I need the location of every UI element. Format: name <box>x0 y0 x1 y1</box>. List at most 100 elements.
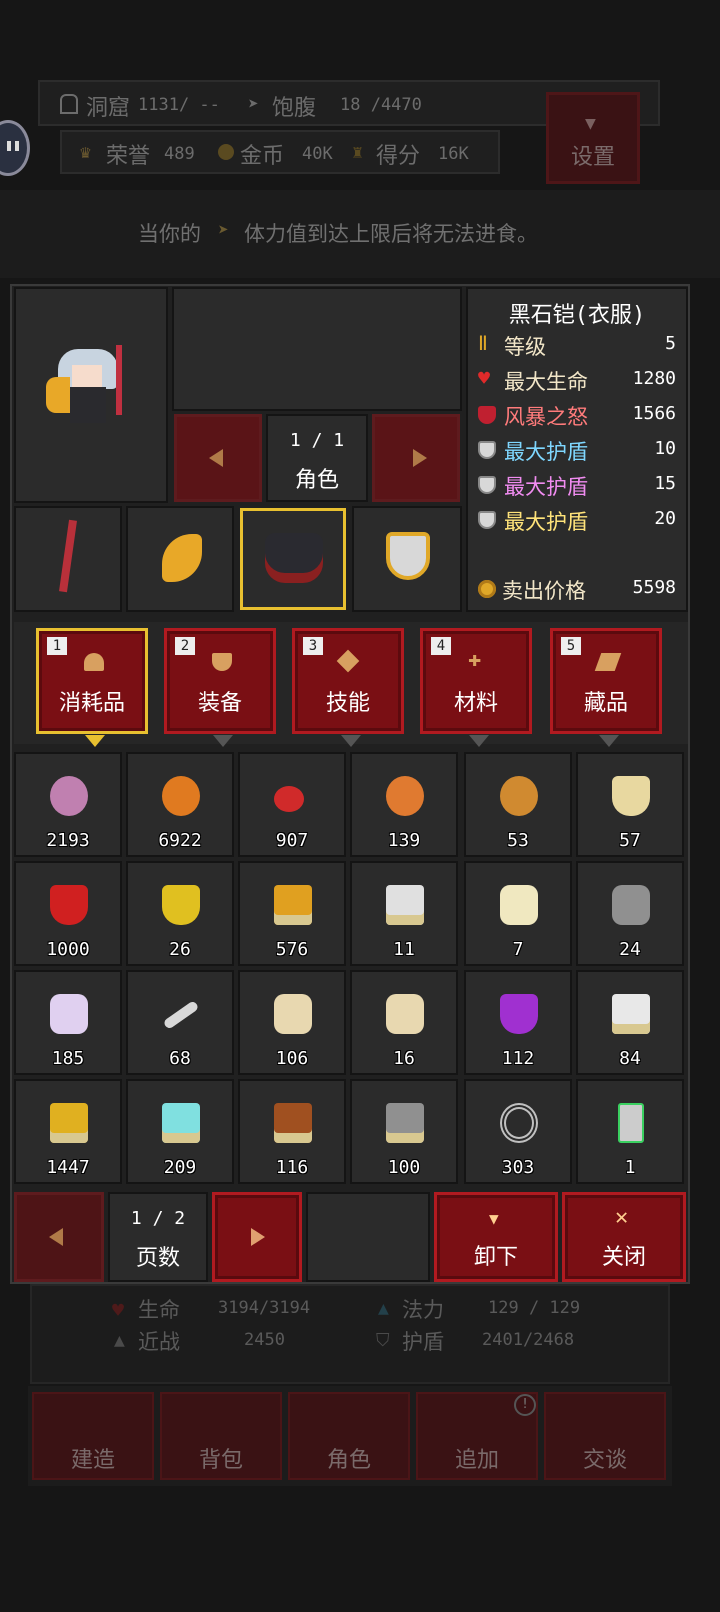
item-count: 116 <box>275 1157 309 1178</box>
tab-4[interactable]: 4 ✚ 材料 <box>420 628 532 747</box>
inventory-slot[interactable]: 106 <box>238 970 346 1075</box>
avatar-wing <box>46 377 70 413</box>
inventory-slot[interactable]: 26 <box>126 861 234 966</box>
character-portrait-slot[interactable] <box>14 287 168 503</box>
pumpkin-icon <box>162 776 200 816</box>
equip-slot-wing[interactable] <box>126 506 234 612</box>
avatar-body <box>70 387 106 423</box>
shield-value: 2401/2468 <box>482 1330 575 1350</box>
currency-bar: ♛ 荣誉 489 金币 40K ♜ 得分 16K <box>60 130 500 174</box>
item-stat-label: 最大护盾 <box>504 440 588 464</box>
eye-left <box>7 141 11 151</box>
tab-5[interactable]: 5 藏品 <box>550 628 662 747</box>
shield-icon <box>212 653 232 671</box>
nav-role-button[interactable]: 角色 <box>288 1392 410 1480</box>
equip-slot-armor-selected[interactable] <box>240 508 346 610</box>
coin-icon <box>218 144 234 160</box>
yellow-potion-icon <box>162 885 200 925</box>
item-count: 1 <box>624 1157 636 1178</box>
tab-pointer-icon <box>341 735 361 747</box>
close-icon: ✕ <box>615 1205 629 1230</box>
tab-label: 材料 <box>453 691 498 716</box>
inventory-slot[interactable]: 116 <box>238 1079 346 1184</box>
item-stat-value: 20 <box>654 508 676 529</box>
hunger-icon: ➤ <box>248 94 259 115</box>
page-next-button[interactable] <box>212 1192 302 1282</box>
settings-button[interactable]: ▼ 设置 <box>546 92 640 184</box>
chat-bubble-icon[interactable] <box>0 120 30 176</box>
tab-2[interactable]: 2 装备 <box>164 628 276 747</box>
character-prev-button[interactable] <box>174 414 262 502</box>
score-value: 16K <box>438 144 469 164</box>
arrow-left-icon <box>49 1228 63 1246</box>
unequip-button[interactable]: ▼ 卸下 <box>434 1192 558 1282</box>
inventory-slot[interactable]: 185 <box>14 970 122 1075</box>
inventory-slot[interactable]: 303 <box>464 1079 572 1184</box>
equip-slot-weapon[interactable] <box>14 506 122 612</box>
inventory-slot[interactable]: 7 <box>464 861 572 966</box>
tab-number: 2 <box>175 637 195 655</box>
inventory-slot[interactable]: 100 <box>350 1079 458 1184</box>
item-count: 106 <box>275 1048 309 1069</box>
tab-number: 5 <box>561 637 581 655</box>
item-count: 907 <box>275 830 309 851</box>
level-icon: Ⅱ <box>478 331 488 355</box>
sword-icon <box>59 519 77 593</box>
nav-add-label: 追加 <box>454 1448 499 1473</box>
inventory-slot[interactable]: 1447 <box>14 1079 122 1184</box>
tab-number: 3 <box>303 637 323 655</box>
close-label: 关闭 <box>601 1245 646 1270</box>
inventory-slot[interactable]: 1 <box>576 1079 684 1184</box>
tab-label: 装备 <box>197 691 242 716</box>
nav-talk-label: 交谈 <box>582 1448 627 1473</box>
tab-number: 4 <box>431 637 451 655</box>
energy-icon: ➤ <box>218 220 229 241</box>
inventory-slot[interactable]: 6922 <box>126 752 234 857</box>
character-avatar <box>46 345 138 435</box>
diamond-icon <box>336 649 360 673</box>
tab-1[interactable]: 1 消耗品 <box>36 628 148 747</box>
hunger-label: 饱腹 <box>272 96 317 121</box>
equip-slot-shield[interactable] <box>352 506 462 612</box>
inventory-slot[interactable]: 57 <box>576 752 684 857</box>
scroll-icon <box>594 653 622 671</box>
hint-prefix: 当你的 <box>138 222 201 246</box>
nav-build-label: 建造 <box>70 1448 115 1473</box>
hint-suffix: 体力值到达上限后将无法进食。 <box>244 222 538 246</box>
hp-value: 3194/3194 <box>218 1298 311 1318</box>
nav-build-button[interactable]: 建造 <box>32 1392 154 1480</box>
flask-icon <box>84 653 104 671</box>
inventory-slot[interactable]: 1000 <box>14 861 122 966</box>
inventory-slot[interactable]: 907 <box>238 752 346 857</box>
nav-bag-button[interactable]: 背包 <box>160 1392 282 1480</box>
item-stat-row: 最大护盾 10 <box>478 436 684 466</box>
tab-pointer-icon <box>599 735 619 747</box>
close-button[interactable]: ✕ 关闭 <box>562 1192 686 1282</box>
inventory-slot[interactable]: 24 <box>576 861 684 966</box>
inventory-slot[interactable]: 576 <box>238 861 346 966</box>
page-prev-button[interactable] <box>14 1192 104 1282</box>
bottle-icon <box>612 776 650 816</box>
inventory-slot[interactable]: 68 <box>126 970 234 1075</box>
item-stat-row: ♥ 最大生命 1280 <box>478 366 684 396</box>
cloth-roll-icon <box>612 885 650 925</box>
item-stat-label: 最大护盾 <box>504 510 588 534</box>
item-stat-value: 1566 <box>632 403 676 424</box>
inventory-slot[interactable]: 139 <box>350 752 458 857</box>
nav-talk-button[interactable]: 交谈 <box>544 1392 666 1480</box>
inventory-slot[interactable]: 16 <box>350 970 458 1075</box>
inventory-slot[interactable]: 11 <box>350 861 458 966</box>
inventory-slot[interactable]: 84 <box>576 970 684 1075</box>
inventory-slot[interactable]: 2193 <box>14 752 122 857</box>
burger-icon <box>386 776 424 816</box>
inventory-slot[interactable]: 112 <box>464 970 572 1075</box>
item-stat-row: 最大护盾 15 <box>478 471 684 501</box>
arrow-right-icon <box>413 449 427 467</box>
settings-icon: ▼ <box>585 113 596 134</box>
item-stat-row: 风暴之怒 1566 <box>478 401 684 431</box>
tab-3[interactable]: 3 技能 <box>292 628 404 747</box>
character-next-button[interactable] <box>372 414 460 502</box>
inventory-slot[interactable]: 53 <box>464 752 572 857</box>
gold-shield-icon <box>386 532 430 580</box>
inventory-slot[interactable]: 209 <box>126 1079 234 1184</box>
